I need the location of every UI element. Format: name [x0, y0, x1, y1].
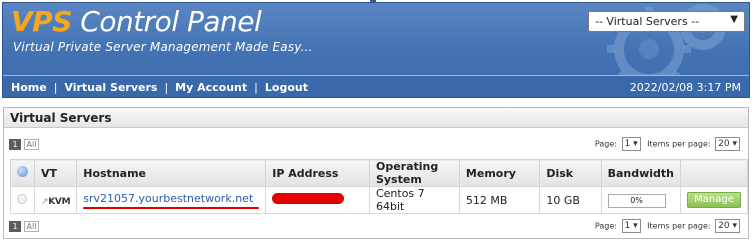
virtual-servers-select-value: -- Virtual Servers --	[595, 15, 700, 28]
hostname-link[interactable]: srv21057.yourbestnetwork.net	[83, 192, 253, 205]
column-hostname: Hostname	[76, 159, 267, 187]
ip-address-cell	[265, 186, 370, 214]
per-page-label: Items per page:	[647, 139, 711, 149]
bandwidth-bar: 0%	[607, 193, 666, 208]
hostname-cell: srv21057.yourbestnetwork.net	[76, 186, 267, 214]
nav-separator: |	[53, 81, 58, 94]
page-all-button[interactable]: All	[24, 139, 39, 150]
chevron-down-icon: ▼	[730, 14, 738, 25]
nav-my-account[interactable]: My Account	[175, 81, 247, 94]
red-underline-annotation	[83, 206, 260, 209]
page-select-value: 1	[624, 139, 631, 149]
disk-cell: 10 GB	[539, 186, 602, 214]
page-select[interactable]: 1 ▾	[621, 219, 641, 233]
table-row: ↗KVM srv21057.yourbestnetwork.net Centos…	[10, 186, 748, 214]
logo-accent: VPS	[11, 5, 72, 38]
nav-links: Home | Virtual Servers | My Account | Logout	[11, 81, 308, 94]
per-page-select-value: 20	[718, 221, 730, 231]
column-bandwidth: Bandwidth	[600, 159, 682, 187]
column-vt: VT	[33, 159, 78, 187]
page-select[interactable]: 1 ▾	[621, 137, 641, 151]
bandwidth-cell: 0%	[600, 186, 682, 214]
select-column-header	[10, 159, 35, 187]
header-banner: VPS Control Panel Virtual Private Server…	[2, 2, 750, 98]
page-number-button[interactable]: 1	[9, 139, 21, 150]
memory-cell: 512 MB	[458, 186, 541, 214]
column-ip-address: IP Address	[265, 159, 370, 187]
tagline: Virtual Private Server Management Made E…	[13, 40, 313, 54]
panel-title: Virtual Servers	[4, 108, 748, 128]
column-disk: Disk	[539, 159, 602, 187]
nav-bar: Home | Virtual Servers | My Account | Logout 2…	[3, 75, 749, 97]
row-select-radio[interactable]	[17, 193, 27, 204]
page-label: Page:	[594, 139, 617, 149]
virtual-servers-select[interactable]: -- Virtual Servers -- ▼	[588, 11, 745, 32]
page-label: Page:	[594, 221, 617, 231]
redacted-ip-mark	[272, 193, 345, 204]
vt-cell: ↗KVM	[33, 186, 78, 214]
table-header-row: VT Hostname IP Address Operating System …	[10, 159, 748, 187]
per-page-select[interactable]: 20 ▾	[715, 137, 740, 151]
kvm-icon: ↗KVM	[41, 196, 71, 207]
per-page-label: Items per page:	[647, 221, 711, 231]
nav-separator: |	[254, 81, 258, 94]
datetime: 2022/02/08 3:17 PM	[629, 81, 741, 94]
pager-controls: Page: 1 ▾ Items per page: 20 ▾	[595, 137, 744, 151]
virtual-servers-panel: Virtual Servers 1 All Page: 1 ▾ Items pe…	[3, 107, 749, 239]
column-action	[680, 159, 748, 187]
column-operating-system: Operating System	[368, 159, 460, 187]
vt-value: KVM	[48, 196, 71, 207]
pager-controls: Page: 1 ▾ Items per page: 20 ▾	[595, 219, 744, 233]
page-select-value: 1	[624, 221, 631, 231]
help-icon[interactable]	[17, 166, 28, 177]
nav-virtual-servers[interactable]: Virtual Servers	[64, 81, 157, 94]
nav-separator: |	[164, 81, 169, 94]
per-page-select[interactable]: 20 ▾	[715, 219, 740, 233]
manage-button[interactable]: Manage	[687, 192, 741, 208]
servers-table: VT Hostname IP Address Operating System …	[10, 159, 748, 214]
nav-logout[interactable]: Logout	[265, 81, 308, 94]
column-memory: Memory	[458, 159, 541, 187]
logo: VPS Control Panel	[11, 5, 262, 38]
page-all-button[interactable]: All	[24, 221, 39, 232]
per-page-select-value: 20	[718, 139, 730, 149]
logo-text: Control Panel	[80, 5, 262, 38]
nav-home[interactable]: Home	[11, 81, 47, 94]
page-number-button[interactable]: 1	[9, 221, 21, 232]
os-cell: Centos 7 64bit	[368, 186, 460, 214]
action-cell: Manage	[680, 186, 748, 214]
pager-top: 1 All Page: 1 ▾ Items per page: 20 ▾	[8, 137, 746, 153]
pager-bottom: 1 All Page: 1 ▾ Items per page: 20 ▾	[8, 219, 746, 235]
row-select-cell	[10, 186, 35, 214]
